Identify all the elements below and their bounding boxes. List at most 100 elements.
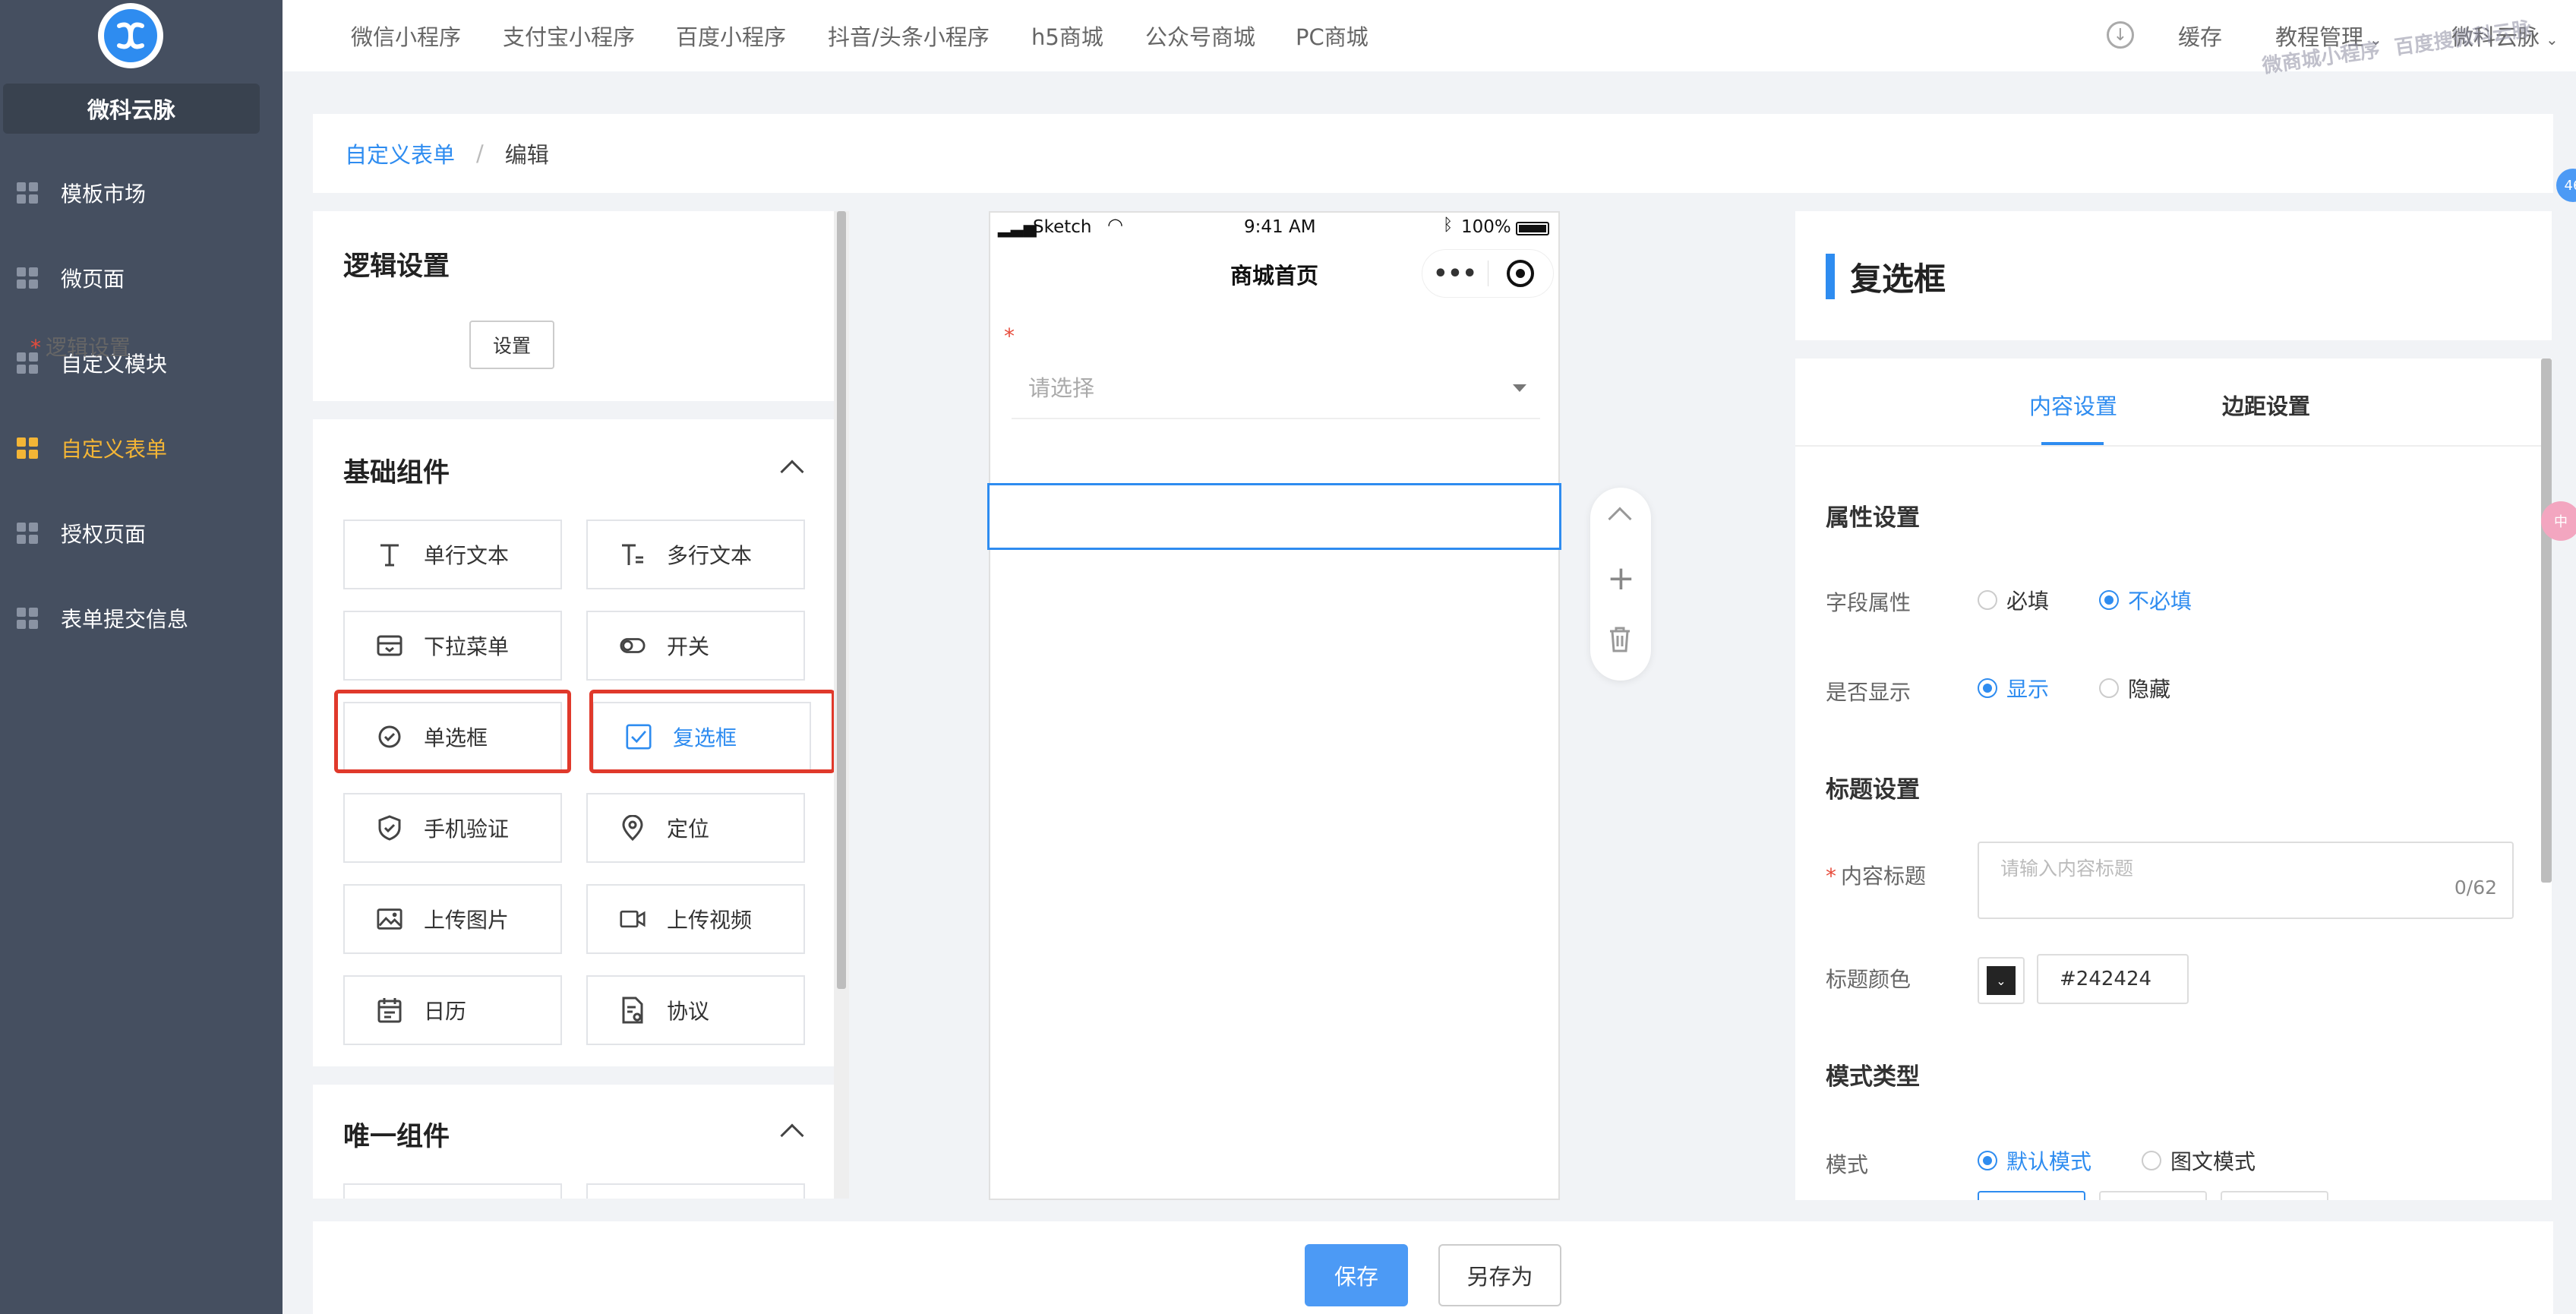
component-label: 手机验证 xyxy=(424,817,510,842)
mode-option-tile[interactable] xyxy=(2221,1191,2328,1200)
tab-h5-mall[interactable]: h5商城 xyxy=(1031,20,1103,52)
logic-settings-label: * 逻辑设置 xyxy=(30,335,131,360)
section-title-attributes: 属性设置 xyxy=(1826,504,1920,532)
component-label: 定位 xyxy=(667,817,710,842)
unique-components-panel: 唯一组件 xyxy=(313,1085,834,1199)
top-nav: 微信小程序 支付宝小程序 百度小程序 抖音/头条小程序 h5商城 公众号商城 P… xyxy=(283,0,2576,78)
content-title-placeholder: 请输入内容标题 xyxy=(2000,858,2134,880)
component-upload-video[interactable]: 上传视频 xyxy=(586,884,805,954)
content-title-label: * 内容标题 xyxy=(1826,864,1927,889)
trash-icon[interactable] xyxy=(1608,626,1631,656)
component-calendar[interactable]: 日历 xyxy=(343,975,562,1045)
carrier: Sketch xyxy=(1033,217,1092,237)
floating-badge[interactable]: 46 xyxy=(2556,169,2576,202)
component-tile-partial[interactable] xyxy=(586,1183,805,1199)
sidebar-item-micro-page[interactable]: 微页面 xyxy=(0,248,283,308)
logo[interactable] xyxy=(98,3,163,68)
phone-preview: ▂▃▅ Sketch ◠ 9:41 AM ᛒ 100% 商城首页 ••• * 请… xyxy=(989,211,1560,1200)
component-label: 下拉菜单 xyxy=(424,634,510,659)
component-dropdown[interactable]: 下拉菜单 xyxy=(343,611,562,681)
mode-option-tile[interactable] xyxy=(2099,1191,2207,1200)
component-single-line-text[interactable]: 单行文本 xyxy=(343,520,562,589)
sidebar-item-auth-page[interactable]: 授权页面 xyxy=(0,503,283,564)
radio-hide[interactable]: 隐藏 xyxy=(2099,673,2170,703)
save-as-button[interactable]: 另存为 xyxy=(1438,1244,1561,1306)
color-picker[interactable]: ⌄ xyxy=(1978,957,2025,1004)
caret-down-icon xyxy=(1513,384,1526,392)
cache-link[interactable]: 缓存 xyxy=(2178,20,2222,52)
component-phone-verify[interactable]: 手机验证 xyxy=(343,793,562,863)
sidebar-item-label: 授权页面 xyxy=(61,522,147,547)
component-label: 上传视频 xyxy=(667,908,753,933)
mini-program-capsule[interactable]: ••• xyxy=(1422,249,1554,298)
mode-option-tile[interactable] xyxy=(1978,1191,2085,1200)
radio-required[interactable]: 必填 xyxy=(1978,585,2049,615)
content-title-input[interactable]: 请输入内容标题 0/62 xyxy=(1978,842,2514,919)
component-label: 日历 xyxy=(424,999,467,1024)
component-label: 协议 xyxy=(667,999,710,1024)
component-switch[interactable]: 开关 xyxy=(586,611,805,681)
chevron-up-icon[interactable] xyxy=(780,1123,804,1148)
sidebar-item-label: 自定义表单 xyxy=(61,437,168,462)
logic-settings-button[interactable]: 设置 xyxy=(469,321,554,369)
sidebar-item-label: 微页面 xyxy=(61,267,125,292)
radio-not-required[interactable]: 不必填 xyxy=(2099,585,2192,615)
tab-margin-settings[interactable]: 边距设置 xyxy=(2222,389,2310,421)
breadcrumb-parent[interactable]: 自定义表单 xyxy=(345,137,455,169)
component-multi-line-text[interactable]: 多行文本 xyxy=(586,520,805,589)
dropdown-icon xyxy=(377,633,402,659)
preview-select[interactable]: 请选择 xyxy=(1012,365,1540,419)
mode-label: 模式 xyxy=(1826,1152,1869,1177)
chevron-down-icon: ⌄ xyxy=(1996,973,2006,988)
tab-douyin-miniprogram[interactable]: 抖音/头条小程序 xyxy=(828,20,990,52)
move-up-icon[interactable] xyxy=(1608,507,1632,531)
sidebar-item-custom-form[interactable]: 自定义表单 xyxy=(0,418,283,479)
radio-show[interactable]: 显示 xyxy=(1978,673,2049,703)
sidebar-item-form-submissions[interactable]: 表单提交信息 xyxy=(0,588,283,649)
sidebar-item-label: 表单提交信息 xyxy=(61,607,189,632)
video-icon xyxy=(620,906,646,932)
tab-official-account-mall[interactable]: 公众号商城 xyxy=(1145,20,1255,52)
sidebar: 微科云脉 模板市场 微页面 自定义模块 自定义表单 授权页面 表单提交信息 xyxy=(0,0,283,1314)
tab-alipay-miniprogram[interactable]: 支付宝小程序 xyxy=(503,20,635,52)
close-target-icon[interactable] xyxy=(1507,260,1534,287)
footer-actions: 保存 另存为 xyxy=(313,1221,2553,1314)
bluetooth-icon: ᛒ xyxy=(1443,216,1454,235)
floating-badge[interactable]: 中 xyxy=(2541,501,2576,541)
selected-checkbox-component[interactable] xyxy=(987,483,1561,550)
component-label: 开关 xyxy=(667,634,710,659)
logic-settings-panel: 逻辑设置 xyxy=(313,211,834,401)
component-label: 上传图片 xyxy=(424,908,510,933)
sidebar-item-template-market[interactable]: 模板市场 xyxy=(0,163,283,223)
display-label: 是否显示 xyxy=(1826,680,1911,705)
tab-wechat-miniprogram[interactable]: 微信小程序 xyxy=(351,20,461,52)
component-agreement[interactable]: 协议 xyxy=(586,975,805,1045)
radio-default-mode[interactable]: 默认模式 xyxy=(1978,1145,2091,1176)
more-icon[interactable]: ••• xyxy=(1422,261,1488,287)
component-location[interactable]: 定位 xyxy=(586,793,805,863)
color-hex-input[interactable]: #242424 xyxy=(2037,954,2189,1004)
properties-title: 复选框 xyxy=(1850,261,1946,298)
tab-content-settings[interactable]: 内容设置 xyxy=(2029,389,2117,421)
left-panel-scrollbar[interactable] xyxy=(837,211,846,989)
tabs-divider xyxy=(1795,445,2552,447)
grid-icon xyxy=(17,182,38,204)
title-accent-bar xyxy=(1826,254,1835,299)
tab-baidu-miniprogram[interactable]: 百度小程序 xyxy=(676,20,786,52)
chevron-down-icon: ⌄ xyxy=(2546,30,2559,49)
component-tile-partial[interactable] xyxy=(343,1183,562,1199)
download-icon[interactable]: ↓ xyxy=(2107,21,2134,49)
panel-title: 逻辑设置 xyxy=(343,251,450,282)
chevron-up-icon[interactable] xyxy=(780,460,804,484)
grid-icon xyxy=(17,267,38,289)
sidebar-item-label: 模板市场 xyxy=(61,182,147,207)
calendar-icon xyxy=(377,997,402,1023)
save-button[interactable]: 保存 xyxy=(1305,1244,1408,1306)
tab-pc-mall[interactable]: PC商城 xyxy=(1296,20,1368,52)
add-icon[interactable]: + xyxy=(1607,562,1635,595)
location-pin-icon xyxy=(620,815,646,841)
component-upload-image[interactable]: 上传图片 xyxy=(343,884,562,954)
status-bar: ▂▃▅ Sketch ◠ 9:41 AM ᛒ 100% xyxy=(990,213,1558,243)
properties-scrollbar[interactable] xyxy=(2541,359,2552,883)
radio-image-text-mode[interactable]: 图文模式 xyxy=(2142,1145,2256,1176)
